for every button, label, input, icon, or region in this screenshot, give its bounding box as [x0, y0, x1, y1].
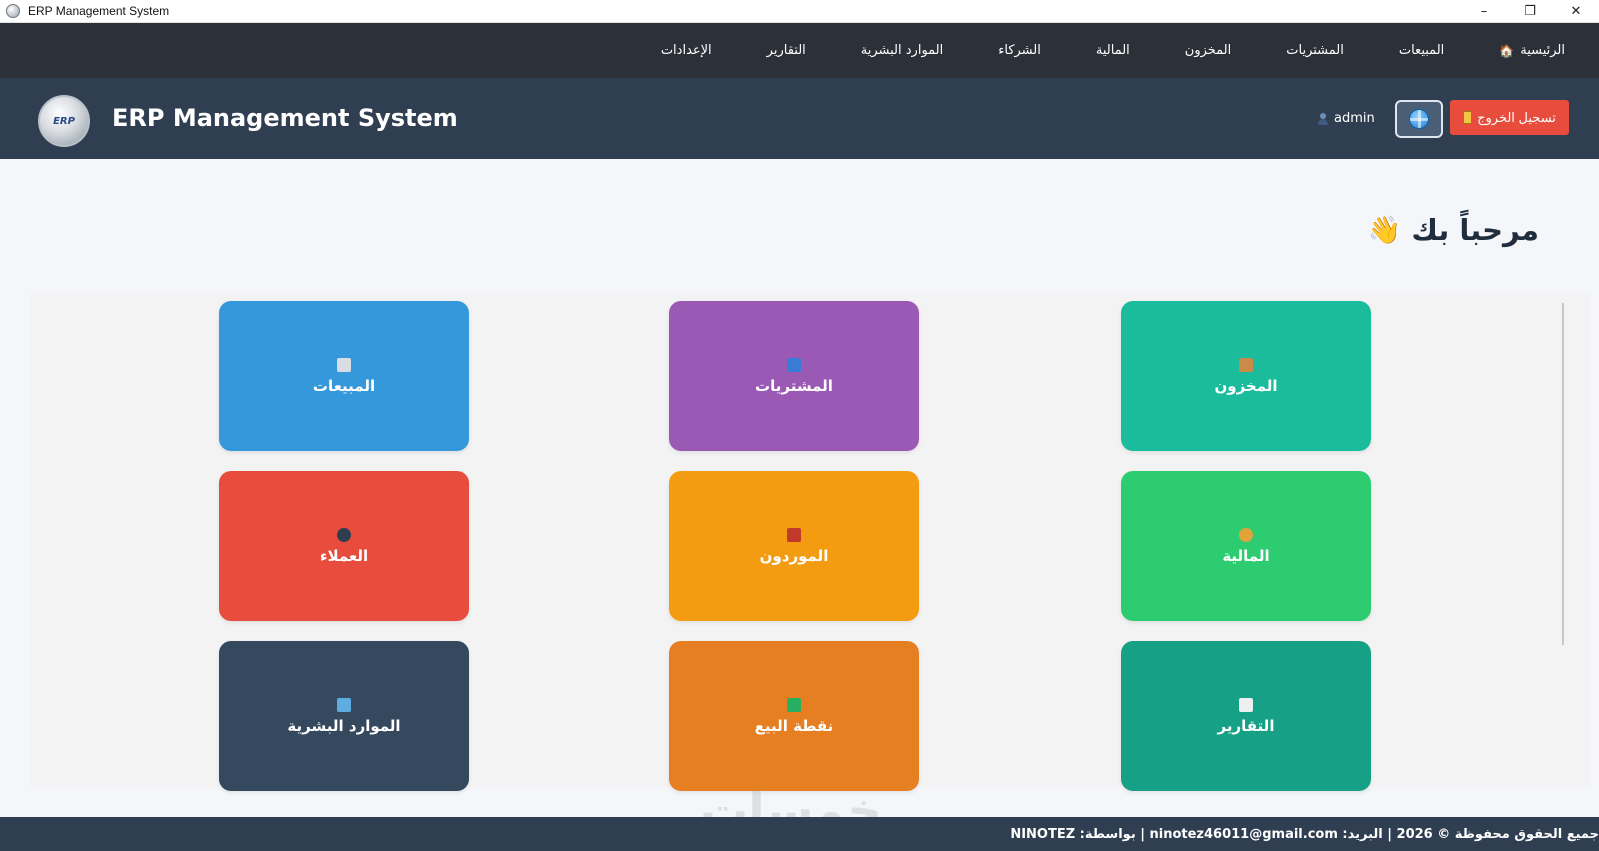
- module-label: المشتريات: [755, 376, 833, 395]
- maximize-button[interactable]: ❐: [1507, 0, 1553, 23]
- logout-label: تسجيل الخروج: [1477, 109, 1556, 125]
- nav-item-sales[interactable]: المبيعات: [1399, 43, 1444, 58]
- footer-text: جميع الحقوق محفوظة © 2026 | البريد: nino…: [1010, 826, 1599, 842]
- nav-item-home[interactable]: الرئيسية 🏠: [1499, 43, 1565, 58]
- welcome-text: مرحباً بك: [1411, 213, 1539, 247]
- nav-item-finance[interactable]: المالية: [1096, 43, 1130, 58]
- top-navigation: الرئيسية 🏠 المبيعات المشتريات المخزون ال…: [0, 23, 1599, 78]
- nav-item-hr[interactable]: الموارد البشرية: [861, 43, 943, 58]
- app-icon: [6, 4, 20, 18]
- nav-item-purchases[interactable]: المشتريات: [1286, 43, 1344, 58]
- module-card-purchases[interactable]: المشتريات: [669, 301, 919, 451]
- window-controls: – ❐ ✕: [1461, 0, 1599, 23]
- nav-item-inventory[interactable]: المخزون: [1185, 43, 1231, 58]
- scrollbar[interactable]: [1562, 303, 1564, 645]
- module-label: التقارير: [1217, 716, 1275, 735]
- brand-title: ERP Management System: [112, 104, 458, 132]
- nav-item-label: المالية: [1095, 43, 1130, 58]
- nav-item-label: المشتريات: [1286, 43, 1344, 58]
- home-icon: 🏠: [1499, 43, 1515, 58]
- module-label: نقطة البيع: [754, 716, 834, 735]
- nav-item-label: الإعدادات: [660, 43, 712, 58]
- nav-item-reports[interactable]: التقارير: [767, 43, 806, 58]
- module-card-reports[interactable]: التقارير: [1121, 641, 1371, 791]
- users-icon: [337, 527, 351, 542]
- module-card-customers[interactable]: العملاء: [219, 471, 469, 621]
- logout-button[interactable]: تسجيل الخروج: [1450, 100, 1569, 135]
- welcome-heading: مرحباً بك 👋: [1368, 213, 1539, 247]
- module-card-pos[interactable]: نقطة البيع: [669, 641, 919, 791]
- nav-item-label: الشركاء: [998, 43, 1041, 58]
- nav-item-settings[interactable]: الإعدادات: [661, 43, 712, 58]
- module-label: المبيعات: [312, 376, 376, 395]
- nav-item-label: التقارير: [766, 43, 806, 58]
- module-card-finance[interactable]: المالية: [1121, 471, 1371, 621]
- globe-icon: [1409, 109, 1429, 129]
- waving-hand-icon: 👋: [1367, 215, 1402, 246]
- module-card-inventory[interactable]: المخزون: [1121, 301, 1371, 451]
- window-title: ERP Management System: [28, 4, 170, 18]
- module-label: الموارد البشرية: [287, 716, 401, 735]
- module-label: المخزون: [1214, 376, 1278, 395]
- current-user: admin: [1318, 111, 1375, 126]
- door-icon: [1463, 111, 1473, 124]
- module-label: المالية: [1222, 546, 1270, 565]
- logo-text: ERP: [53, 115, 75, 127]
- app-footer: جميع الحقوق محفوظة © 2026 | البريد: nino…: [0, 817, 1599, 851]
- module-label: العملاء: [319, 546, 369, 565]
- nav-item-label: المخزون: [1184, 43, 1232, 58]
- nav-item-label: المبيعات: [1398, 43, 1445, 58]
- keyboard-icon: [337, 357, 351, 372]
- close-button[interactable]: ✕: [1553, 0, 1599, 23]
- user-icon: [1318, 112, 1328, 125]
- chart-icon: [1239, 697, 1253, 712]
- app-header: ERP ERP Management System admin تسجيل ال…: [0, 78, 1599, 159]
- money-bag-icon: [1239, 527, 1253, 542]
- nav-item-label: الموارد البشرية: [860, 43, 944, 58]
- module-card-hr[interactable]: الموارد البشرية: [219, 641, 469, 791]
- box-icon: [1239, 357, 1253, 372]
- nav-item-label: الرئيسية: [1520, 43, 1565, 58]
- pos-icon: [787, 697, 801, 712]
- minimize-button[interactable]: –: [1461, 0, 1507, 23]
- module-card-sales[interactable]: المبيعات: [219, 301, 469, 451]
- username: admin: [1334, 111, 1375, 126]
- module-label: الموردون: [759, 546, 829, 565]
- person-icon: [337, 697, 351, 712]
- factory-icon: [787, 527, 801, 542]
- language-button[interactable]: [1395, 100, 1443, 138]
- window-titlebar: ERP Management System – ❐ ✕: [0, 0, 1599, 23]
- nav-item-partners[interactable]: الشركاء: [998, 43, 1041, 58]
- module-card-suppliers[interactable]: الموردون: [669, 471, 919, 621]
- erp-logo: ERP: [38, 95, 90, 147]
- shopping-bags-icon: [787, 357, 801, 372]
